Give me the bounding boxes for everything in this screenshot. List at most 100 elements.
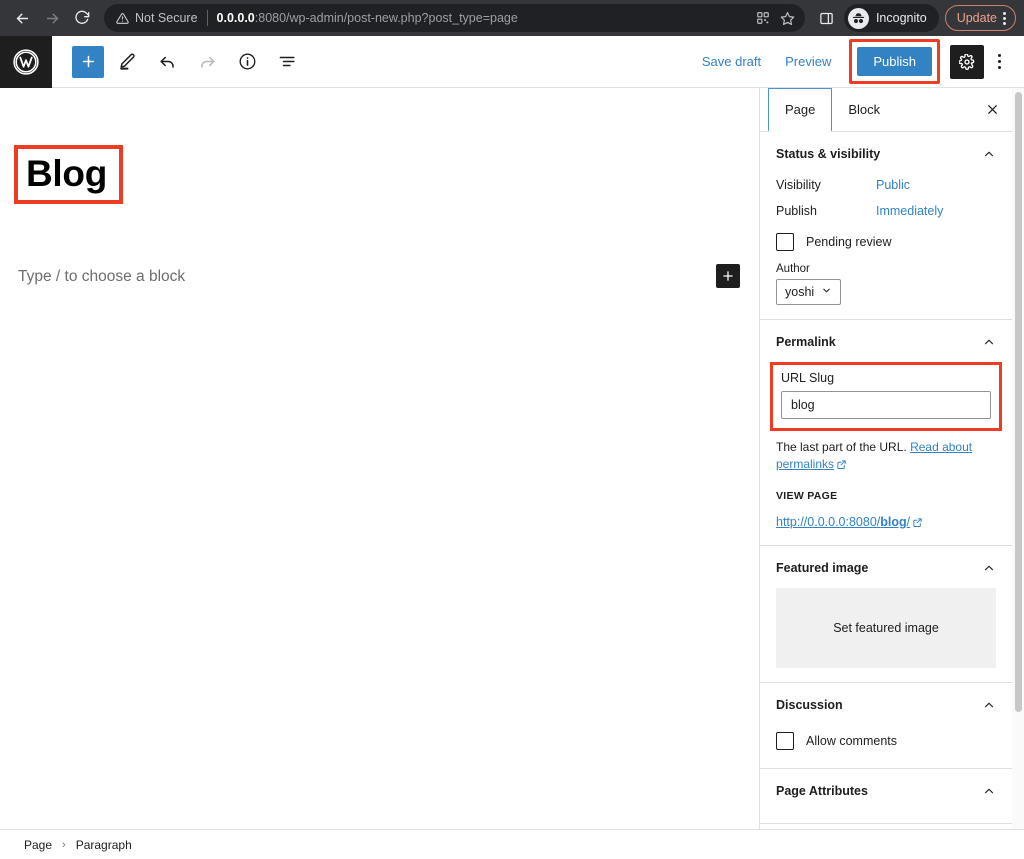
breadcrumb-page[interactable]: Page: [24, 838, 52, 852]
view-page-url-suffix: /: [906, 514, 911, 529]
view-page-link[interactable]: http://0.0.0.0:8080/blog/: [776, 502, 996, 531]
panel-header-featured-image[interactable]: Featured image: [776, 546, 996, 586]
post-title-input[interactable]: Blog: [26, 155, 107, 192]
pending-review-label: Pending review: [806, 235, 892, 249]
incognito-icon: [847, 7, 869, 29]
kebab-menu-icon[interactable]: [1000, 11, 1009, 25]
panel-header-page-attributes[interactable]: Page Attributes: [776, 769, 996, 809]
reload-icon[interactable]: [68, 4, 96, 32]
gear-icon[interactable]: [950, 44, 984, 79]
close-icon[interactable]: [972, 88, 1012, 131]
breadcrumb: Page › Paragraph: [0, 829, 1024, 859]
sidebar-scrollbar[interactable]: [1012, 88, 1024, 829]
back-icon[interactable]: [8, 4, 36, 32]
url-path: :8080/wp-admin/post-new.php?post_type=pa…: [254, 11, 518, 25]
panel-title: Permalink: [776, 335, 836, 349]
panel-title: Featured image: [776, 560, 869, 575]
forward-icon[interactable]: [38, 4, 66, 32]
url-slug-input[interactable]: [781, 391, 991, 419]
add-block-button[interactable]: [72, 45, 104, 78]
breadcrumb-paragraph[interactable]: Paragraph: [76, 838, 132, 852]
panel-page-attributes: Page Attributes: [760, 769, 1012, 824]
author-select[interactable]: yoshi: [776, 279, 842, 305]
url-text: 0.0.0.0:8080/wp-admin/post-new.php?post_…: [217, 11, 748, 25]
sidebar-tabs: Page Block: [760, 88, 1012, 132]
editor-toolbar: Save draft Preview Publish: [0, 35, 1024, 88]
chevron-up-icon[interactable]: [982, 561, 996, 575]
panel-title: Discussion: [776, 697, 843, 712]
paragraph-block-placeholder[interactable]: Type / to choose a block: [18, 268, 185, 286]
side-panel-icon[interactable]: [815, 11, 838, 26]
chevron-up-icon[interactable]: [982, 698, 996, 712]
editor-canvas[interactable]: Blog Type / to choose a block: [0, 88, 760, 829]
url-slug-label: URL Slug: [781, 371, 835, 385]
save-draft-button[interactable]: Save draft: [690, 46, 773, 77]
chevron-down-icon: [821, 285, 832, 299]
warning-triangle-icon: [116, 12, 129, 25]
workspace: Blog Type / to choose a block Page Block: [0, 88, 1024, 829]
panel-header-status-visibility[interactable]: Status & visibility: [776, 132, 996, 172]
set-featured-image-button[interactable]: Set featured image: [776, 587, 996, 668]
panel-title: Page Attributes: [776, 783, 868, 798]
visibility-label: Visibility: [776, 178, 821, 192]
view-page-url-slug: blog: [880, 514, 907, 529]
publish-button[interactable]: Publish: [857, 47, 932, 76]
undo-icon[interactable]: [150, 45, 184, 79]
allow-comments-checkbox[interactable]: [776, 731, 794, 750]
panel-discussion: Discussion Allow comments: [760, 683, 1012, 769]
title-annotation: Blog: [14, 145, 124, 204]
row-publish: Publish Immediately: [776, 198, 996, 224]
profile-chip[interactable]: Incognito: [843, 4, 939, 32]
allow-comments-label: Allow comments: [806, 733, 897, 748]
publish-annotation: Publish: [849, 39, 940, 84]
author-label: Author: [776, 263, 810, 275]
browser-toolbar: Not Secure 0.0.0.0:8080/wp-admin/post-ne…: [0, 0, 1024, 36]
qr-code-icon[interactable]: [756, 11, 770, 25]
update-button[interactable]: Update: [944, 5, 1016, 31]
allow-comments-row[interactable]: Allow comments: [776, 723, 996, 754]
panel-status-visibility: Status & visibility Visibility Public Pu…: [760, 132, 1012, 320]
update-label: Update: [956, 11, 997, 25]
panel-title: Status & visibility: [776, 147, 881, 161]
wordpress-logo-icon[interactable]: [0, 35, 52, 88]
chevron-up-icon[interactable]: [982, 784, 996, 798]
view-page-label: VIEW PAGE: [776, 489, 838, 502]
tab-page[interactable]: Page: [768, 88, 833, 132]
sidebar-scrollbar-thumb[interactable]: [1015, 92, 1022, 712]
url-slug-annotation: URL Slug: [770, 362, 1002, 431]
more-options-icon[interactable]: [984, 45, 1014, 79]
view-page-url-prefix: http://0.0.0.0:8080/: [776, 514, 881, 529]
omnibox-divider: [206, 10, 208, 26]
redo-icon[interactable]: [190, 45, 224, 79]
panel-permalink: Permalink URL Slug The last part of the …: [760, 320, 1012, 546]
settings-sidebar: Page Block Status & visibility Visibilit…: [760, 88, 1024, 829]
external-link-icon: [912, 517, 923, 531]
security-label: Not Secure: [135, 11, 198, 25]
block-inserter-button[interactable]: [716, 264, 740, 288]
help-prefix: The last part of the URL.: [776, 440, 911, 454]
breadcrumb-separator: ›: [62, 838, 66, 851]
tab-block[interactable]: Block: [832, 88, 896, 131]
preview-button[interactable]: Preview: [773, 46, 843, 77]
list-view-icon[interactable]: [270, 45, 304, 79]
sidebar-scroll-area: Page Block Status & visibility Visibilit…: [760, 88, 1024, 829]
panel-featured-image: Featured image Set featured image: [760, 546, 1012, 683]
star-icon[interactable]: [780, 11, 795, 26]
chevron-up-icon[interactable]: [982, 335, 996, 349]
pending-review-checkbox[interactable]: [776, 233, 794, 251]
url-host: 0.0.0.0: [216, 11, 255, 25]
pending-review-row[interactable]: Pending review: [776, 224, 996, 255]
chevron-up-icon[interactable]: [982, 147, 996, 161]
author-value: yoshi: [785, 285, 815, 299]
panel-header-permalink[interactable]: Permalink: [776, 320, 996, 360]
row-visibility: Visibility Public: [776, 172, 996, 198]
panel-header-discussion[interactable]: Discussion: [776, 683, 996, 723]
address-bar[interactable]: Not Secure 0.0.0.0:8080/wp-admin/post-ne…: [104, 4, 805, 32]
permalink-help-text: The last part of the URL. Read about per…: [776, 431, 996, 476]
visibility-value-button[interactable]: Public: [876, 178, 910, 192]
publish-value-button[interactable]: Immediately: [876, 204, 943, 218]
info-circle-icon[interactable]: [230, 45, 264, 79]
publish-label: Publish: [776, 204, 817, 218]
profile-label: Incognito: [875, 11, 927, 25]
pencil-icon[interactable]: [110, 45, 144, 79]
